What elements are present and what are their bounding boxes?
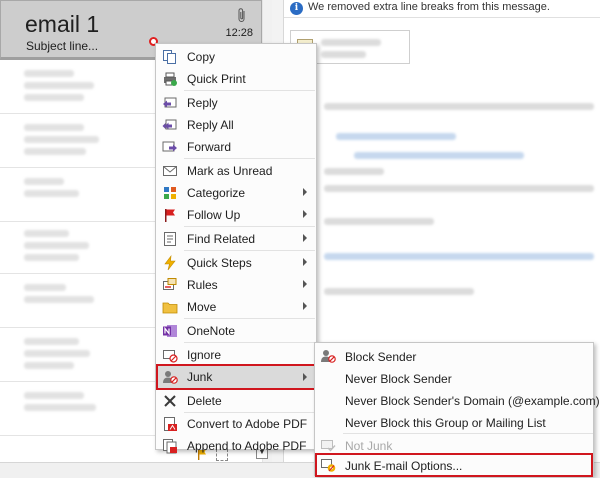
- menu-item-label: Rules: [187, 278, 218, 292]
- menu-item-forward[interactable]: Forward: [157, 136, 315, 158]
- submenu-item-not-junk: Not Junk: [316, 434, 592, 456]
- menu-item-label: Follow Up: [187, 208, 241, 222]
- menu-item-quick-steps[interactable]: Quick Steps: [157, 252, 315, 274]
- menu-item-copy[interactable]: Copy: [157, 46, 315, 68]
- paperclip-icon: [238, 8, 245, 22]
- menu-item-onenote[interactable]: OneNote: [157, 320, 315, 342]
- categorize-icon: [164, 187, 176, 199]
- menu-item-label: Append to Adobe PDF: [187, 439, 307, 453]
- submenu-item-block-sender[interactable]: Block Sender: [316, 345, 592, 367]
- submenu-arrow-icon: [303, 234, 307, 242]
- menu-item-label: Delete: [187, 394, 222, 408]
- reply-icon: [163, 97, 177, 108]
- print-icon: [164, 72, 177, 86]
- copy-icon: [163, 50, 176, 64]
- find-related-icon: [164, 232, 176, 246]
- junk-icon: [163, 371, 178, 384]
- onenote-icon: [163, 325, 177, 337]
- menu-item-append-to-adobe-pdf[interactable]: Append to Adobe PDF: [157, 435, 315, 457]
- submenu-item-never-block-domain[interactable]: Never Block Sender's Domain (@example.co…: [316, 389, 600, 411]
- submenu-arrow-icon: [303, 280, 307, 288]
- menu-item-follow-up[interactable]: Follow Up: [157, 204, 315, 226]
- menu-separator: [184, 318, 315, 319]
- email-subject: Subject line...: [26, 39, 99, 53]
- email-time: 12:28: [225, 27, 253, 39]
- menu-item-label: Categorize: [187, 186, 246, 200]
- submenu-item-label: Never Block this Group or Mailing List: [345, 416, 546, 430]
- context-menu: Copy Quick Print Reply Reply All Forward…: [155, 43, 317, 454]
- submenu-item-junk-email-options[interactable]: Junk E-mail Options...: [315, 453, 593, 477]
- menu-separator: [184, 250, 315, 251]
- menu-separator: [184, 342, 315, 343]
- lightning-icon: [164, 255, 176, 271]
- menu-item-mark-as-unread[interactable]: Mark as Unread: [157, 160, 315, 182]
- submenu-arrow-icon: [303, 302, 307, 310]
- menu-item-label: Reply All: [187, 118, 234, 132]
- submenu-arrow-icon: [303, 210, 307, 218]
- menu-item-move[interactable]: Move: [157, 296, 315, 318]
- menu-item-label: Move: [187, 300, 217, 314]
- submenu-arrow-icon: [303, 188, 307, 196]
- menu-item-quick-print[interactable]: Quick Print: [157, 68, 315, 90]
- menu-item-label: Mark as Unread: [187, 164, 273, 178]
- junk-submenu: Block Sender Never Block Sender Never Bl…: [314, 342, 600, 477]
- info-bar[interactable]: i We removed extra line breaks from this…: [284, 0, 600, 18]
- menu-item-rules[interactable]: Rules: [157, 274, 315, 296]
- menu-item-delete[interactable]: Delete: [157, 390, 315, 412]
- menu-item-label: Junk: [187, 370, 213, 384]
- submenu-arrow-icon: [303, 373, 307, 381]
- submenu-item-label: Junk E-mail Options...: [345, 459, 463, 473]
- folder-icon: [162, 302, 178, 314]
- menu-item-label: Forward: [187, 140, 232, 154]
- menu-item-label: Quick Steps: [187, 256, 252, 270]
- menu-item-label: OneNote: [187, 324, 236, 338]
- menu-item-categorize[interactable]: Categorize: [157, 182, 315, 204]
- ignore-icon: [163, 350, 178, 363]
- menu-separator: [184, 90, 315, 91]
- submenu-item-label: Never Block Sender: [345, 372, 452, 386]
- not-junk-icon: [321, 440, 336, 452]
- menu-item-label: Quick Print: [187, 72, 246, 86]
- junk-options-icon: [321, 459, 336, 472]
- info-bar-text: We removed extra line breaks from this m…: [308, 1, 550, 13]
- adobe-pdf-icon: [164, 417, 177, 431]
- menu-separator: [184, 226, 315, 227]
- flag-icon: [165, 209, 175, 222]
- adobe-pdf-append-icon: [163, 439, 177, 454]
- menu-item-reply[interactable]: Reply: [157, 92, 315, 114]
- menu-item-label: Copy: [187, 50, 216, 64]
- menu-item-convert-to-adobe-pdf[interactable]: Convert to Adobe PDF: [157, 413, 315, 435]
- submenu-item-never-block-sender[interactable]: Never Block Sender: [316, 367, 592, 389]
- reply-all-icon: [162, 119, 177, 130]
- menu-separator: [184, 158, 315, 159]
- menu-item-label: Reply: [187, 96, 218, 110]
- menu-item-label: Ignore: [187, 348, 222, 362]
- menu-item-label: Convert to Adobe PDF: [187, 417, 308, 431]
- delete-x-icon: [164, 395, 176, 407]
- block-sender-icon: [321, 350, 336, 363]
- submenu-item-label: Not Junk: [345, 439, 393, 453]
- submenu-item-never-block-group[interactable]: Never Block this Group or Mailing List: [316, 411, 592, 433]
- submenu-arrow-icon: [303, 258, 307, 266]
- menu-item-find-related[interactable]: Find Related: [157, 228, 315, 250]
- menu-item-label: Find Related: [187, 232, 256, 246]
- menu-item-reply-all[interactable]: Reply All: [157, 114, 315, 136]
- submenu-item-label: Block Sender: [345, 350, 417, 364]
- info-icon: i: [290, 2, 303, 15]
- menu-item-junk[interactable]: Junk: [156, 364, 316, 390]
- email-sender: email 1: [25, 11, 100, 37]
- forward-icon: [162, 141, 177, 152]
- rules-icon: [163, 278, 177, 290]
- menu-item-ignore[interactable]: Ignore: [157, 344, 315, 366]
- mark-unread-icon: [163, 166, 177, 176]
- submenu-item-label: Never Block Sender's Domain (@example.co…: [345, 394, 600, 408]
